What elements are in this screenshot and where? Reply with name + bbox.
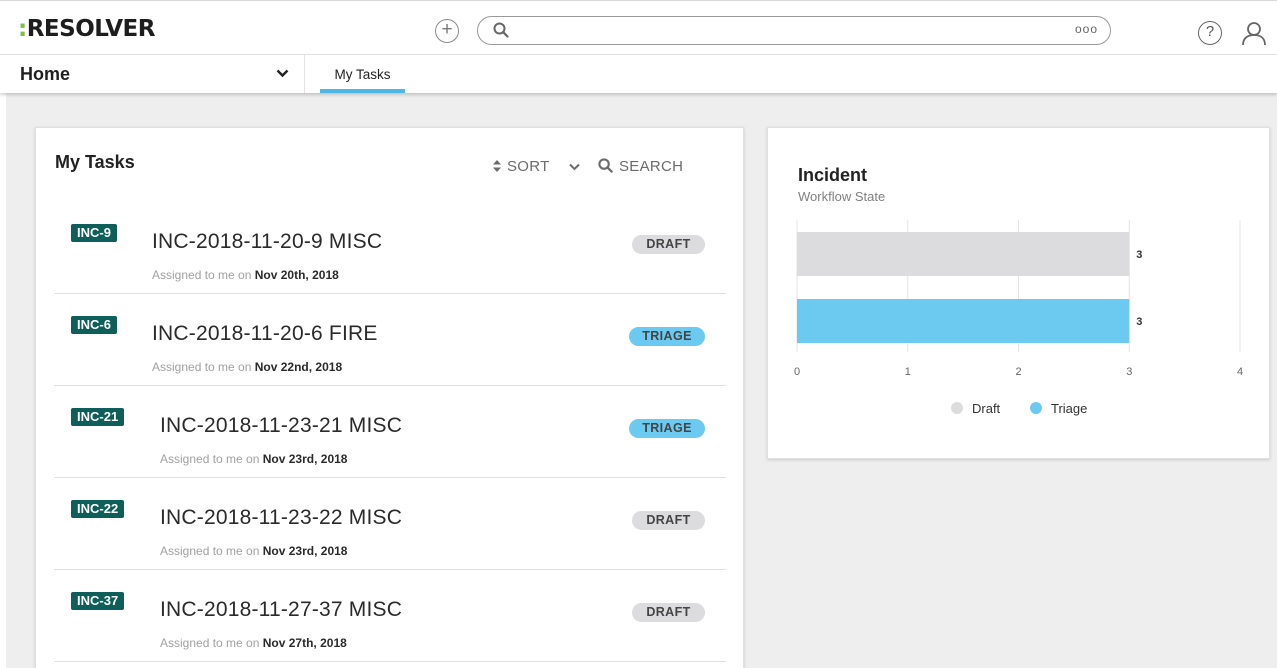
resolver-logo[interactable]: :RESOLVER: [18, 16, 155, 42]
legend-swatch-triage: [1030, 402, 1042, 414]
task-row[interactable]: INC-37 INC-2018-11-27-37 MISC Assigned t…: [54, 570, 726, 662]
task-title[interactable]: INC-2018-11-20-6 FIRE: [152, 322, 378, 346]
incident-id-badge: INC-37: [71, 592, 125, 610]
status-badge: DRAFT: [632, 511, 705, 530]
status-badge: DRAFT: [632, 603, 705, 622]
home-dropdown[interactable]: Home: [0, 55, 305, 93]
task-assigned-info: Assigned to me on Nov 23rd, 2018: [160, 452, 348, 466]
task-title[interactable]: INC-2018-11-23-22 MISC: [160, 506, 402, 530]
help-icon[interactable]: ?: [1198, 21, 1222, 45]
home-label: Home: [20, 64, 71, 84]
task-row[interactable]: INC-22 INC-2018-11-23-22 MISC Assigned t…: [54, 478, 726, 570]
sort-icon: [493, 160, 501, 172]
status-badge: TRIAGE: [629, 419, 705, 438]
my-tasks-title: My Tasks: [55, 152, 135, 172]
x-tick-label: 4: [1237, 366, 1243, 378]
tasks-search-button[interactable]: SEARCH: [598, 158, 683, 175]
task-assigned-info: Assigned to me on Nov 27th, 2018: [160, 636, 347, 650]
task-assigned-info: Assigned to me on Nov 20th, 2018: [152, 268, 339, 282]
status-badge: DRAFT: [632, 235, 705, 254]
sort-direction-chevron-icon[interactable]: [569, 163, 580, 171]
sort-button[interactable]: SORT: [492, 158, 550, 175]
user-profile-icon[interactable]: [1241, 20, 1267, 46]
task-title[interactable]: INC-2018-11-23-21 MISC: [160, 414, 402, 438]
x-tick-label: 2: [1015, 366, 1021, 378]
workflow-state-bar-chart: 0 1 2 3 4 3 3 Draft Triage: [794, 220, 1243, 416]
bar-data-label: 3: [1136, 316, 1142, 328]
bar-draft[interactable]: [797, 232, 1130, 276]
task-row[interactable]: INC-6 INC-2018-11-20-6 FIRE Assigned to …: [54, 294, 726, 386]
incident-id-badge: INC-6: [71, 316, 117, 334]
search-icon: [598, 158, 613, 173]
legend-swatch-draft: [951, 402, 963, 414]
bar-triage[interactable]: [797, 299, 1130, 343]
global-search-bar[interactable]: ooo: [477, 16, 1111, 45]
navigation-bar: Home My Tasks: [0, 55, 1277, 93]
my-tasks-card: My Tasks SORT SEARCH INC-9 INC-2018-11-2…: [35, 127, 744, 668]
plus-circle-icon: +: [441, 19, 453, 40]
task-assigned-info: Assigned to me on Nov 22nd, 2018: [152, 360, 343, 374]
task-row[interactable]: INC-9 INC-2018-11-20-9 MISC Assigned to …: [54, 202, 726, 294]
incident-id-badge: INC-9: [71, 224, 117, 242]
global-search-input[interactable]: [518, 20, 1058, 40]
tab-my-tasks[interactable]: My Tasks: [320, 55, 405, 93]
x-tick-label: 1: [905, 366, 911, 378]
task-assigned-info: Assigned to me on Nov 23rd, 2018: [160, 544, 348, 558]
incident-chart-card: Incident Workflow State 0 1 2 3 4 3 3 Draft Tria…: [767, 127, 1270, 459]
task-row[interactable]: INC-21 INC-2018-11-23-21 MISC Assigned t…: [54, 386, 726, 478]
legend-label-triage[interactable]: Triage: [1051, 401, 1087, 416]
add-button[interactable]: +: [435, 19, 459, 43]
chevron-down-icon: [276, 69, 289, 78]
status-badge: TRIAGE: [629, 327, 705, 346]
x-tick-label: 3: [1126, 366, 1132, 378]
bar-data-label: 3: [1136, 249, 1142, 261]
task-title[interactable]: INC-2018-11-27-37 MISC: [160, 598, 402, 622]
x-tick-label: 0: [794, 366, 800, 378]
task-title[interactable]: INC-2018-11-20-9 MISC: [152, 230, 382, 254]
top-bar: :RESOLVER + ooo ?: [0, 0, 1277, 55]
incident-id-badge: INC-22: [71, 500, 125, 518]
legend-label-draft[interactable]: Draft: [972, 401, 1001, 416]
search-icon: [493, 22, 509, 38]
main-content: My Tasks SORT SEARCH INC-9 INC-2018-11-2…: [6, 93, 1277, 668]
incident-id-badge: INC-21: [71, 408, 125, 426]
search-options-icon[interactable]: ooo: [1075, 22, 1098, 36]
